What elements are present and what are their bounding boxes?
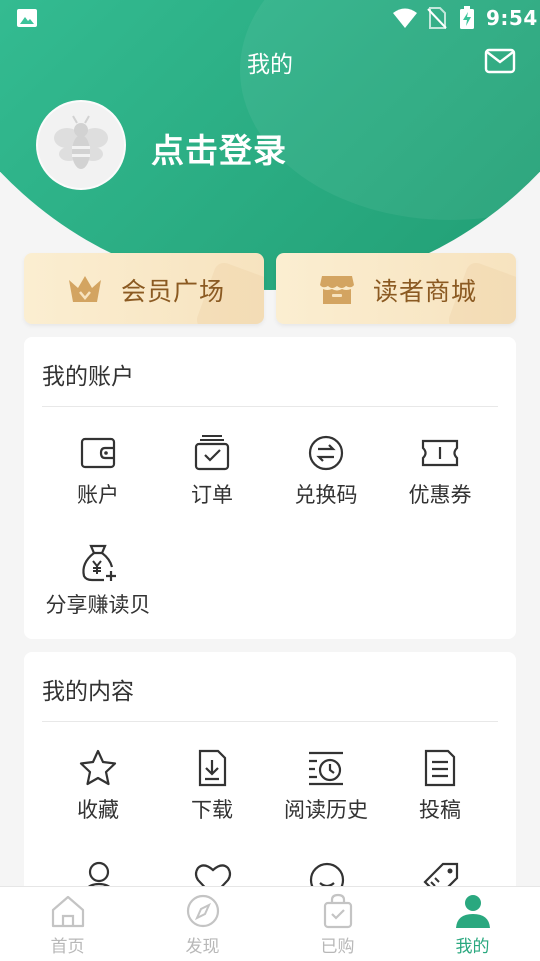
page-title: 我的	[247, 52, 293, 78]
battery-charging-icon	[460, 6, 474, 29]
my-account-card: 我的账户 账户 订单 兑换码 优惠券 分享赚读贝	[24, 337, 516, 639]
item-label: 阅读历史	[284, 798, 368, 822]
bottom-tab-bar: 首页 发现 已购 我的	[0, 886, 540, 961]
tab-mine[interactable]: 我的	[405, 893, 540, 957]
store-icon	[320, 276, 354, 304]
coupon-item[interactable]: 优惠券	[383, 433, 497, 509]
share-earn-item[interactable]: 分享赚读贝	[41, 543, 155, 619]
no-sim-icon	[427, 7, 447, 29]
purchased-bag-icon	[323, 893, 352, 929]
item-label: 兑换码	[294, 483, 358, 507]
item-label: 收藏	[77, 798, 119, 822]
item-label: 分享赚读贝	[45, 593, 151, 617]
redeem-code-item[interactable]: 兑换码	[269, 433, 383, 509]
promo-label: 读者商城	[373, 277, 478, 306]
gallery-notification-icon	[17, 9, 37, 27]
history-icon	[309, 751, 343, 786]
item-label: 账户	[77, 483, 119, 507]
section-title: 我的账户	[42, 364, 134, 390]
login-link[interactable]: 点击登录	[151, 124, 287, 172]
avatar[interactable]	[36, 100, 126, 190]
person-icon	[455, 895, 490, 928]
account-item[interactable]: 账户	[41, 433, 155, 509]
divider	[42, 721, 498, 722]
tab-label: 发现	[185, 937, 220, 957]
item-label: 下载	[191, 798, 233, 822]
bee-logo-icon	[54, 115, 108, 169]
order-item[interactable]: 订单	[155, 433, 269, 509]
document-icon	[424, 749, 456, 787]
status-bar: 9:54	[0, 0, 540, 36]
tab-label: 首页	[50, 937, 85, 957]
coupon-icon	[421, 439, 459, 467]
download-icon	[198, 749, 227, 787]
mail-icon[interactable]	[484, 47, 516, 75]
section-title: 我的内容	[42, 679, 134, 705]
reading-history-item[interactable]: 阅读历史	[269, 748, 383, 824]
tab-label: 我的	[455, 937, 490, 957]
promo-label: 会员广场	[121, 277, 226, 306]
tab-home[interactable]: 首页	[0, 893, 135, 957]
status-time: 9:54	[486, 6, 538, 30]
member-plaza-button[interactable]: 会员广场	[24, 253, 264, 324]
compass-icon	[186, 894, 219, 928]
tab-discover[interactable]: 发现	[135, 893, 270, 957]
order-icon	[194, 435, 230, 471]
item-label: 投稿	[419, 798, 461, 822]
crown-icon	[69, 276, 101, 302]
exchange-icon	[308, 435, 344, 471]
download-item[interactable]: 下载	[155, 748, 269, 824]
item-label: 订单	[191, 483, 233, 507]
tab-purchased[interactable]: 已购	[270, 893, 405, 957]
money-bag-icon	[82, 544, 116, 582]
home-icon	[51, 895, 84, 928]
favorites-item[interactable]: 收藏	[41, 748, 155, 824]
star-icon	[79, 749, 117, 786]
item-label: 优惠券	[408, 483, 472, 507]
submission-item[interactable]: 投稿	[383, 748, 497, 824]
divider	[42, 406, 498, 407]
reader-store-button[interactable]: 读者商城	[276, 253, 516, 324]
wallet-icon	[80, 437, 116, 469]
tab-label: 已购	[320, 937, 355, 957]
wifi-icon	[393, 8, 417, 28]
